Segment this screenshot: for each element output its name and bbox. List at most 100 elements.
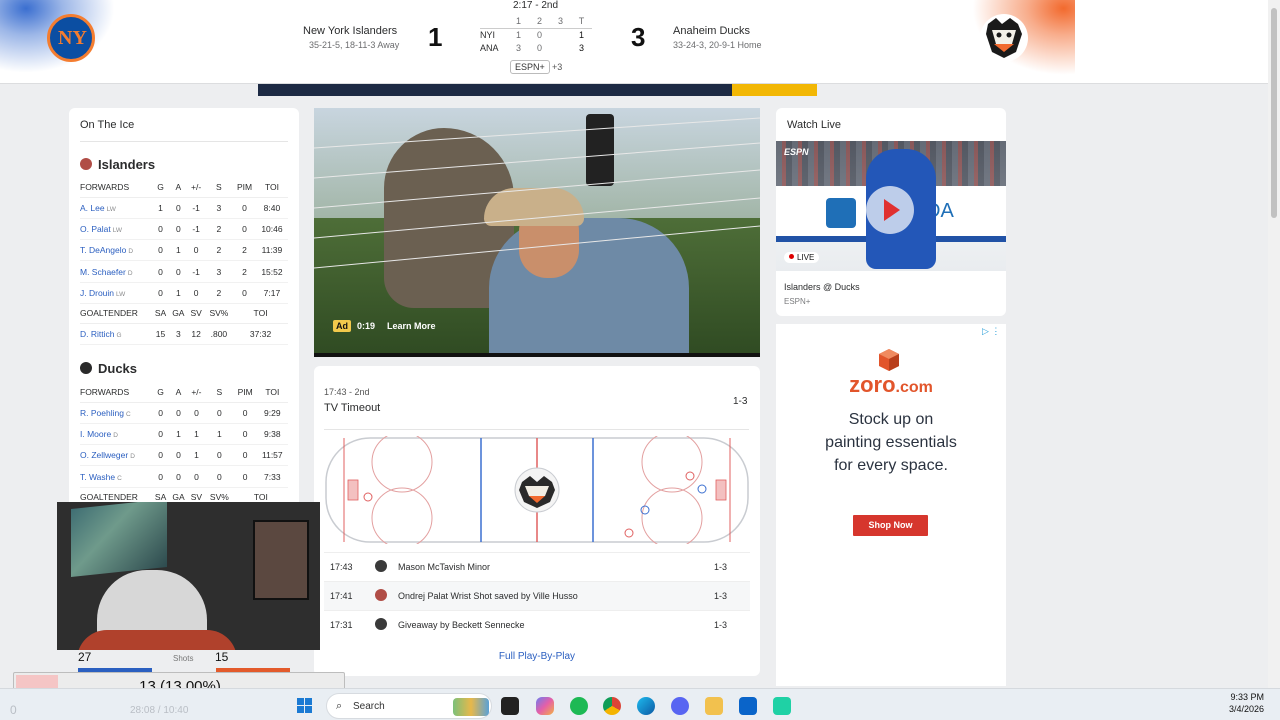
islanders-logo-icon[interactable]: NY (47, 14, 95, 62)
full-play-by-play-link[interactable]: Full Play-By-Play (314, 651, 760, 662)
home-team-name[interactable]: Anaheim Ducks (673, 25, 750, 37)
right-stat-value: 15 (215, 650, 229, 664)
learn-more-link[interactable]: Learn More (387, 321, 436, 331)
ad-controls: Ad 0:19 Learn More (333, 320, 436, 332)
zoro-box-icon (879, 349, 899, 371)
live-stream-thumbnail[interactable]: DA ESPN LIVE (776, 141, 1006, 271)
network-badge[interactable]: ESPN+ (510, 60, 550, 74)
divider (324, 429, 749, 430)
chat-app-icon[interactable] (773, 697, 791, 715)
player-link[interactable]: D. Rittich G (80, 323, 152, 346)
spotify-icon[interactable] (570, 697, 588, 715)
system-clock[interactable]: 9:33 PM 3/4/2026 (1218, 691, 1264, 715)
stat-label: Shots (173, 654, 194, 663)
stream-matchup[interactable]: Islanders @ Ducks (784, 282, 860, 292)
linescore-team: ANA (480, 42, 499, 53)
on-the-ice-title: On The Ice (80, 119, 135, 131)
list-item[interactable]: 17:41 Ondrej Palat Wrist Shot saved by V… (324, 581, 750, 610)
player-link[interactable]: T. DeAngelo D (80, 239, 152, 262)
zoro-logo: zoro.com (849, 372, 933, 397)
team-stats-compare: 27 Shots 15 (78, 650, 228, 664)
list-item[interactable]: 17:31 Giveaway by Beckett Sennecke 1-3 (324, 610, 750, 639)
on-the-ice-card: On The Ice Islanders FORWARDS G A +/- S … (69, 108, 299, 508)
edge-icon[interactable] (637, 697, 655, 715)
table-row: R. Poehling C 0 0 0 0 0 9:29 (80, 402, 288, 424)
windows-start-icon[interactable] (297, 698, 313, 714)
game-clock: 2:17 - 2nd (513, 0, 559, 11)
islanders-skaters-table: FORWARDS G A +/- S PIM TOI A. Lee LW 1 0 -1… (80, 177, 288, 346)
taskbar: 0 28:08 / 10:40 ⌕ Search 9:33 PM 3/4/202… (0, 688, 1280, 720)
islanders-section-title: Islanders (80, 157, 155, 172)
watch-live-card: Watch Live DA ESPN LIVE Islanders @ Duck… (776, 108, 1006, 316)
copilot-icon[interactable] (536, 697, 554, 715)
period-1-header: 1 (508, 15, 529, 29)
last-play-desc: TV Timeout (324, 402, 381, 414)
ad-copy: Stock up on painting essentials for ever… (825, 411, 957, 474)
table-row: M. Schaefer D 0 0 -1 3 2 15:52 (80, 260, 288, 283)
ducks-logo-icon (375, 560, 387, 572)
linescore: 1 2 3 T NYI 1 0 1 ANA 3 0 3 (480, 15, 592, 54)
ad-choices-icon[interactable]: ▷ ⋮ (982, 326, 1000, 337)
table-row: O. Palat LW 0 0 -1 2 0 10:46 (80, 218, 288, 241)
watch-live-title: Watch Live (787, 119, 842, 131)
search-highlight-icon (453, 698, 489, 716)
webcam-overlay (57, 502, 320, 650)
ducks-logo-icon (375, 618, 387, 630)
home-team-record: 33-24-3, 20-9-1 Home (673, 40, 762, 50)
ducks-logo-icon[interactable] (980, 14, 1028, 62)
taskbar-search[interactable]: ⌕ Search (326, 693, 492, 719)
period-3-header: 3 (550, 15, 571, 29)
plays-list: 17:43 Mason McTavish Minor 1-3 17:41 Ond… (324, 552, 750, 639)
divider (80, 141, 288, 142)
table-row: A. Lee LW 1 0 -1 3 0 8:40 (80, 197, 288, 219)
islanders-logo-icon (375, 589, 387, 601)
table-row: T. DeAngelo D 0 1 0 2 2 11:39 (80, 239, 288, 262)
video-player[interactable]: Ad 0:19 Learn More (314, 108, 760, 357)
page-scrollbar[interactable] (1268, 0, 1280, 688)
away-score: 1 (428, 22, 443, 52)
discord-icon[interactable] (671, 697, 689, 715)
outlook-icon[interactable] (739, 697, 757, 715)
period-2-header: 2 (529, 15, 550, 29)
ducks-skaters-table: FORWARDS G A +/- S PIM TOI R. Poehling C … (80, 382, 288, 508)
player-link[interactable]: T. Washe C (80, 465, 152, 488)
file-explorer-icon[interactable] (705, 697, 723, 715)
faint-counter: 0 (10, 703, 17, 717)
stream-network: ESPN+ (784, 297, 811, 306)
task-view-icon[interactable] (501, 697, 519, 715)
last-play-score: 1-3 (733, 396, 748, 407)
ducks-section-title: Ducks (80, 361, 137, 376)
hockey-rink (325, 436, 749, 544)
display-ad[interactable]: ▷ ⋮ zoro.com Stock up on painting essent… (776, 324, 1006, 686)
play-icon[interactable] (866, 186, 914, 234)
shop-now-button[interactable]: Shop Now (853, 515, 928, 536)
total-header: T (571, 15, 592, 29)
last-play-time: 17:43 - 2nd (324, 387, 370, 397)
play-by-play-card: 17:43 - 2nd TV Timeout 1-3 17:43 Mason M… (314, 366, 760, 676)
player-link[interactable]: A. Lee LW (80, 197, 152, 219)
table-row: O. Zellweger D 0 0 1 0 0 11:57 (80, 444, 288, 467)
ducks-team-icon (80, 362, 92, 374)
away-team-name[interactable]: New York Islanders (303, 25, 397, 37)
player-link[interactable]: O. Zellweger D (80, 444, 152, 467)
game-header: NY New York Islanders 35-21-5, 18-11-3 A… (0, 0, 1268, 84)
player-link[interactable]: I. Moore D (80, 423, 152, 446)
network-more[interactable]: +3 (552, 62, 562, 72)
ad-badge: Ad (333, 320, 351, 332)
player-link[interactable]: R. Poehling C (80, 402, 152, 424)
player-link[interactable]: O. Palat LW (80, 218, 152, 241)
home-score: 3 (631, 22, 646, 52)
header-banner-ad[interactable] (258, 84, 817, 96)
table-row: D. Rittich G 15 3 12.800 37:32 (80, 323, 288, 346)
faint-timer: 28:08 / 10:40 (130, 705, 189, 716)
table-row: T. Washe C 0 0 0 0 0 7:33 (80, 465, 288, 488)
scrollbar-thumb[interactable] (1271, 8, 1277, 218)
chrome-icon[interactable] (603, 697, 621, 715)
list-item[interactable]: 17:43 Mason McTavish Minor 1-3 (324, 552, 750, 581)
player-link[interactable]: M. Schaefer D (80, 260, 152, 283)
espn-logo-icon: ESPN (784, 147, 809, 157)
islanders-team-icon (80, 158, 92, 170)
search-icon: ⌕ (336, 700, 343, 712)
player-link[interactable]: J. Drouin LW (80, 282, 152, 304)
left-stat-value: 27 (78, 650, 92, 664)
